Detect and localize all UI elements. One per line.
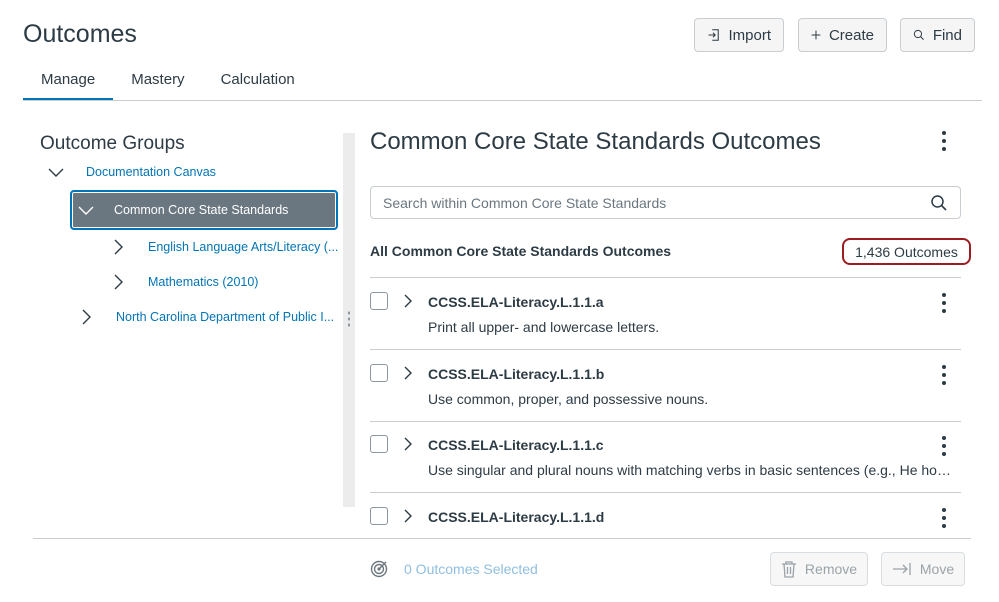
chevron-right-icon[interactable] bbox=[401, 509, 415, 523]
outcome-checkbox[interactable] bbox=[370, 364, 388, 382]
chevron-right-icon bbox=[114, 239, 123, 255]
outcome-list: CCSS.ELA-Literacy.L.1.1.a Print all uppe… bbox=[370, 278, 970, 538]
import-label: Import bbox=[728, 26, 771, 44]
chevron-right-icon[interactable] bbox=[401, 366, 415, 380]
group-menu-kebab-icon[interactable] bbox=[939, 131, 949, 151]
tree-item-label: Common Core State Standards bbox=[114, 203, 289, 217]
outcome-description: Use common, proper, and possessive nouns… bbox=[428, 391, 709, 407]
outcome-menu-kebab-icon[interactable] bbox=[939, 508, 949, 528]
outcome-count-badge: 1,436 Outcomes bbox=[842, 238, 971, 265]
tree-item-english-language-arts[interactable]: English Language Arts/Literacy (... bbox=[110, 237, 338, 257]
outcome-checkbox[interactable] bbox=[370, 292, 388, 310]
move-label: Move bbox=[919, 561, 955, 577]
remove-label: Remove bbox=[804, 561, 858, 577]
outcome-row: CCSS.ELA-Literacy.L.1.1.c Use singular a… bbox=[370, 421, 961, 493]
import-button[interactable]: Import bbox=[694, 18, 784, 52]
chevron-right-icon[interactable] bbox=[401, 437, 415, 451]
chevron-down-icon bbox=[78, 206, 94, 215]
outcome-checkbox[interactable] bbox=[370, 435, 388, 453]
tabs-divider bbox=[23, 100, 982, 101]
footer-divider bbox=[33, 538, 971, 539]
search-icon bbox=[913, 29, 924, 40]
outcome-menu-kebab-icon[interactable] bbox=[939, 365, 949, 385]
find-button[interactable]: Find bbox=[900, 18, 975, 52]
outcome-row: CCSS.ELA-Literacy.L.1.1.b Use common, pr… bbox=[370, 350, 961, 422]
tab-mastery[interactable]: Mastery bbox=[113, 70, 202, 101]
chevron-right-icon[interactable] bbox=[401, 294, 415, 308]
move-button[interactable]: Move bbox=[881, 552, 965, 586]
target-icon bbox=[370, 560, 388, 578]
outcome-code: CCSS.ELA-Literacy.L.1.1.c bbox=[428, 437, 604, 453]
tab-bar: Manage Mastery Calculation bbox=[23, 70, 313, 101]
outcome-row: CCSS.ELA-Literacy.L.1.1.a Print all uppe… bbox=[370, 278, 961, 350]
outcome-description: Use singular and plural nouns with match… bbox=[428, 462, 953, 478]
create-label: Create bbox=[828, 26, 874, 44]
move-icon bbox=[892, 563, 911, 575]
tree-item-label: Documentation Canvas bbox=[86, 165, 216, 179]
remove-button[interactable]: Remove bbox=[770, 552, 868, 586]
outcome-description: Print all upper- and lowercase letters. bbox=[428, 319, 660, 335]
outcome-code: CCSS.ELA-Literacy.L.1.1.b bbox=[428, 366, 605, 382]
search-icon[interactable] bbox=[930, 194, 948, 212]
chevron-right-icon bbox=[114, 274, 123, 290]
tree-item-documentation-canvas[interactable]: Documentation Canvas bbox=[48, 162, 216, 182]
page-title: Outcomes bbox=[23, 20, 137, 48]
tree-item-common-core[interactable]: Common Core State Standards bbox=[70, 190, 338, 230]
outcome-menu-kebab-icon[interactable] bbox=[939, 436, 949, 456]
group-title: Common Core State Standards Outcomes bbox=[370, 128, 821, 155]
import-icon bbox=[708, 29, 719, 41]
search-field[interactable] bbox=[370, 186, 961, 219]
outcome-row: CCSS.ELA-Literacy.L.1.1.d bbox=[370, 493, 961, 538]
find-label: Find bbox=[932, 26, 962, 44]
tree-item-label: North Carolina Department of Public I... bbox=[116, 310, 335, 324]
outcome-groups-title: Outcome Groups bbox=[40, 133, 185, 154]
tab-manage[interactable]: Manage bbox=[23, 70, 114, 101]
panel-resize-handle[interactable] bbox=[343, 133, 355, 507]
selected-count-label: 0 Outcomes Selected bbox=[404, 561, 538, 577]
tree-item-mathematics[interactable]: Mathematics (2010) bbox=[110, 272, 258, 292]
tree-item-north-carolina[interactable]: North Carolina Department of Public I... bbox=[78, 307, 334, 327]
trash-icon bbox=[781, 561, 796, 578]
create-button[interactable]: Create bbox=[798, 18, 887, 52]
chevron-down-icon bbox=[48, 168, 64, 177]
outcome-checkbox[interactable] bbox=[370, 507, 388, 525]
outcome-code: CCSS.ELA-Literacy.L.1.1.d bbox=[428, 509, 605, 525]
all-outcomes-label: All Common Core State Standards Outcomes bbox=[370, 243, 672, 259]
selected-count: 0 Outcomes Selected bbox=[370, 560, 538, 578]
tree-item-label: Mathematics (2010) bbox=[148, 275, 259, 289]
plus-icon bbox=[811, 30, 821, 40]
search-input[interactable] bbox=[383, 194, 930, 211]
outcome-menu-kebab-icon[interactable] bbox=[939, 293, 949, 313]
tab-calculation[interactable]: Calculation bbox=[203, 70, 313, 101]
tree-item-label: English Language Arts/Literacy (... bbox=[148, 240, 339, 254]
chevron-right-icon bbox=[82, 309, 91, 325]
outcome-code: CCSS.ELA-Literacy.L.1.1.a bbox=[428, 294, 604, 310]
drag-grip-icon bbox=[347, 310, 351, 328]
